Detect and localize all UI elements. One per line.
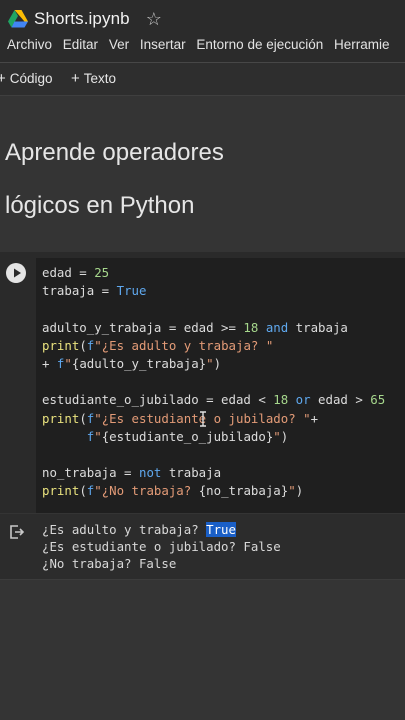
- code-line-12: no_trabaja = not trabaja: [42, 465, 222, 481]
- code-line-9: print(f"¿Es estudiante o jubilado? "+: [42, 410, 319, 426]
- menu-entorno-ejecucion[interactable]: Entorno de ejecución: [196, 37, 323, 52]
- star-icon[interactable]: ☆: [146, 10, 162, 28]
- code-line-13: print(f"¿No trabaja? {no_trabaja}"): [42, 483, 304, 499]
- output-line-2: ¿Es estudiante o jubilado? False: [42, 539, 281, 554]
- output-line-3: ¿No trabaja? False: [42, 556, 177, 571]
- run-cell-button[interactable]: [6, 263, 26, 283]
- code-line-6: + f"{adulto_y_trabaja}"): [42, 356, 222, 372]
- title-row: Shorts.ipynb ☆: [8, 8, 162, 30]
- play-icon: [14, 268, 21, 278]
- cell-toolbar: + Código + Texto: [0, 63, 405, 95]
- plus-icon: +: [0, 69, 6, 87]
- output-divider: [0, 579, 405, 580]
- output-selected-value: True: [206, 522, 236, 537]
- toolbar-divider: [0, 95, 405, 96]
- code-line-10: f"{estudiante_o_jubilado}"): [86, 428, 289, 444]
- notebook-title[interactable]: Shorts.ipynb: [34, 9, 130, 29]
- menu-ver[interactable]: Ver: [109, 37, 129, 52]
- menu-herramientas[interactable]: Herramie: [334, 37, 390, 52]
- google-drive-logo[interactable]: [8, 10, 28, 28]
- top-bar: Shorts.ipynb ☆ Archivo Editar Ver Insert…: [0, 0, 405, 62]
- output-options-icon[interactable]: [9, 524, 25, 540]
- code-line-4: adulto_y_trabaja = edad >= 18 and trabaj…: [42, 319, 348, 335]
- menu-editar[interactable]: Editar: [63, 37, 98, 52]
- code-line-5: print(f"¿Es adulto y trabaja? ": [42, 337, 274, 353]
- markdown-heading-line1: Aprende operadores: [5, 139, 224, 166]
- markdown-heading-line2: lógicos en Python: [5, 192, 195, 219]
- code-content[interactable]: edad = 25 trabaja = True adulto_y_trabaj…: [42, 264, 385, 501]
- add-text-button[interactable]: + Texto: [71, 69, 117, 87]
- menu-archivo[interactable]: Archivo: [7, 37, 52, 52]
- add-code-button[interactable]: + Código: [0, 69, 53, 87]
- menu-bar: Archivo Editar Ver Insertar Entorno de e…: [0, 37, 390, 52]
- code-line-8: estudiante_o_jubilado = edad < 18 or eda…: [42, 392, 386, 408]
- add-text-label: Texto: [83, 71, 117, 86]
- text-cursor-icon: [200, 411, 206, 427]
- code-line-2: trabaja = True: [42, 283, 147, 299]
- menu-insertar[interactable]: Insertar: [140, 37, 186, 52]
- code-line-1: edad = 25: [42, 265, 110, 280]
- output-line-1-text: ¿Es adulto y trabaja?: [42, 522, 207, 537]
- cell-output: ¿Es adulto y trabaja? True ¿Es estudiant…: [42, 521, 281, 572]
- add-code-label: Código: [9, 71, 53, 86]
- plus-icon: +: [71, 69, 80, 87]
